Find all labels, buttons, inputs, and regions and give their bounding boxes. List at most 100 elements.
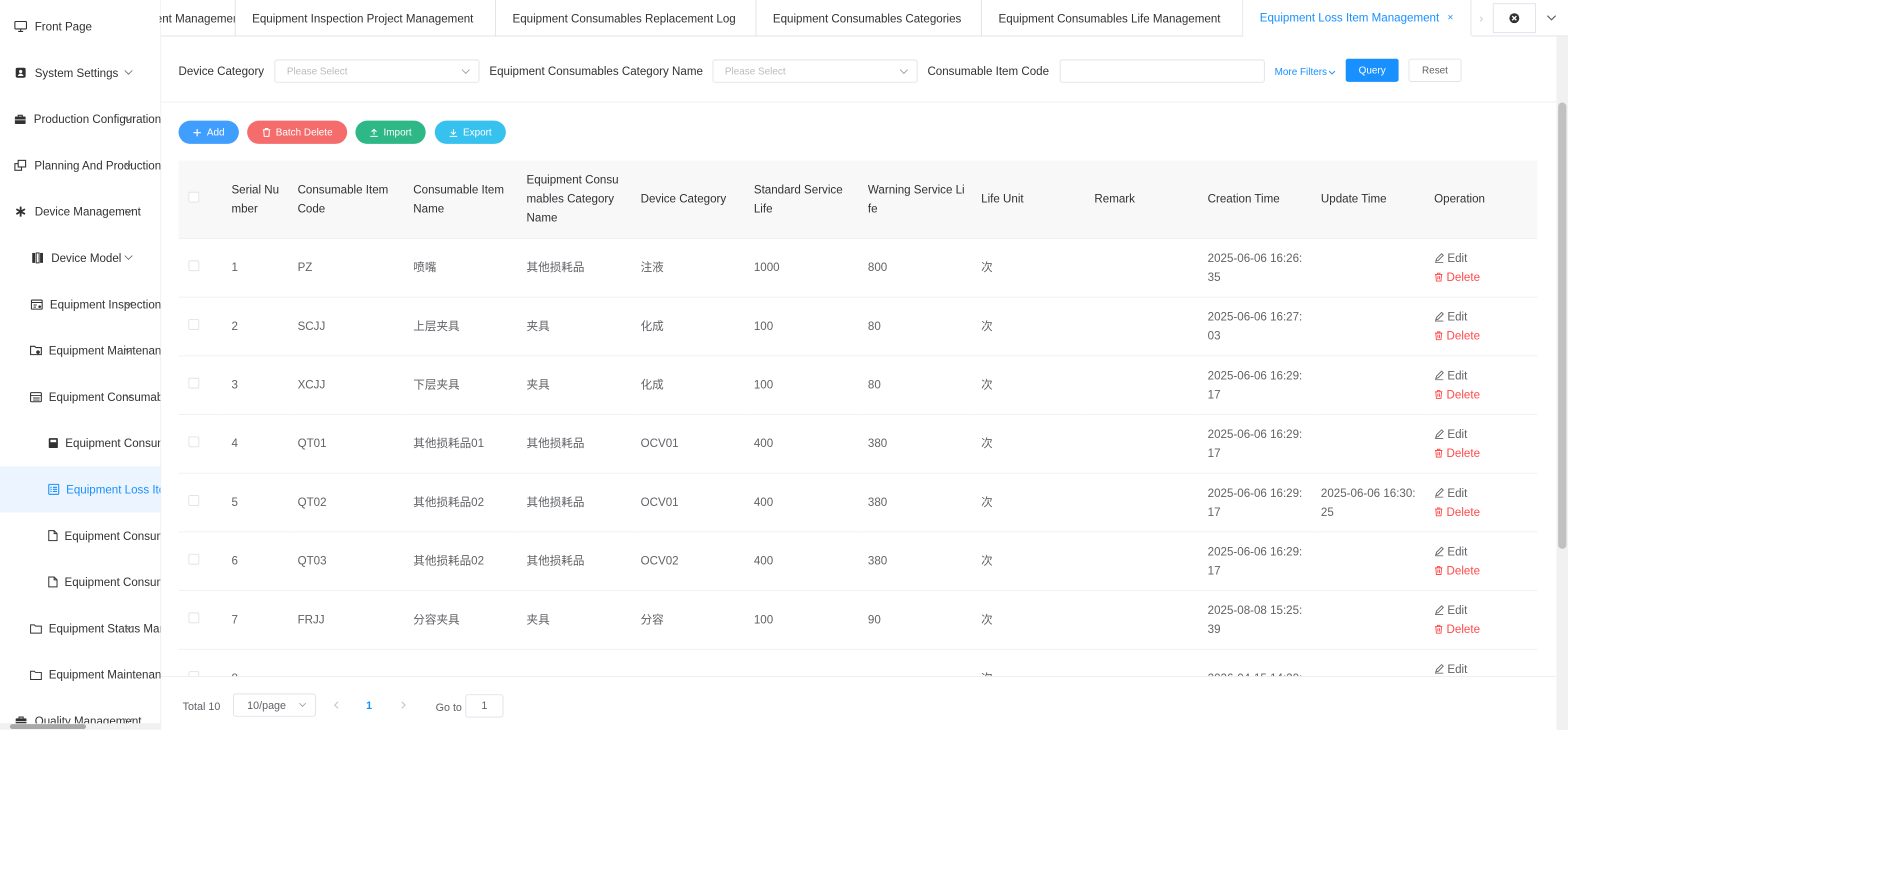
scrollbar-thumb[interactable] [9,724,86,730]
table-row[interactable]: 3 XCJJ 下层夹具 夹具 化成 100 80 次 2025-06-06 16:29:17 Ed… [178,355,1538,415]
cell-unit: 次 [972,531,1087,591]
column-header: Device Category [632,160,746,239]
table-row[interactable]: 6 QT03 其他损耗品02 其他损耗品 OCV02 400 380 次 2025-06-06 … [178,531,1538,591]
cell-remark [1086,648,1200,677]
tab-scroll-right-icon[interactable]: › [1474,0,1489,36]
edit-button[interactable]: Edit [1434,248,1532,267]
add-button[interactable]: Add [178,120,239,144]
batch-delete-button[interactable]: Batch Delete [247,120,348,144]
column-header: Life Unit [972,160,1087,239]
tab-close-icon[interactable]: × [1447,12,1453,24]
row-checkbox[interactable] [188,612,200,624]
scrollbar-thumb[interactable] [1558,102,1567,549]
select-all-checkbox[interactable] [188,191,200,203]
delete-button[interactable]: Delete [1434,385,1532,404]
delete-button[interactable]: Delete [1434,443,1532,462]
query-button[interactable]: Query [1345,58,1399,82]
close-all-tabs-button[interactable] [1492,3,1536,34]
edit-label: Edit [1447,544,1468,558]
table-row[interactable]: 4 QT01 其他损耗品01 其他损耗品 OCV01 400 380 次 2025-06-06 … [178,414,1538,474]
sidebar-item-equipment-consumables[interactable]: Equipment Consumables [0,559,160,605]
cell-std-life: 400 [745,472,860,532]
tab-inspection-project[interactable]: Equipment Inspection Project Management [236,0,496,37]
sidebar-item-equipment-loss-item-management[interactable]: Equipment Loss Item Management [0,466,161,513]
import-button[interactable]: Import [355,120,426,144]
list-check-icon [48,482,60,497]
sidebar-item-device-management[interactable]: Device Management [0,188,160,234]
cell-name: 分容夹具 [405,590,519,650]
edit-button[interactable]: Edit [1434,601,1532,620]
sidebar-item-equipment-consumables[interactable]: Equipment Consumables [0,512,160,558]
columns-icon [30,250,45,265]
goto-page-input[interactable]: 1 [465,694,504,718]
device-category-select[interactable]: Please Select [274,59,480,83]
tab-loss-item-management[interactable]: Equipment Loss Item Management × [1243,0,1472,37]
vertical-scrollbar[interactable] [1556,36,1569,730]
row-checkbox[interactable] [188,553,200,565]
sidebar-item-system-settings[interactable]: System Settings [0,50,160,96]
sidebar-item-equipment-consumables[interactable]: Equipment Consumables [0,420,160,466]
cell-serial: 1 [223,238,290,298]
column-header: Update Time [1312,160,1426,239]
table-row[interactable]: 5 QT02 其他损耗品02 其他损耗品 OCV01 400 380 次 2025-06-06 … [178,472,1538,532]
delete-button[interactable]: Delete [1434,620,1532,639]
row-checkbox[interactable] [188,319,200,330]
prev-page-button[interactable] [327,697,344,714]
cell-warn-life: 80 [859,296,973,356]
cell-std-life: 100 [745,296,860,356]
tab-dropdown-button[interactable] [1539,3,1564,33]
chevron-down-icon [1329,70,1336,75]
table-row[interactable]: 7 FRJJ 分容夹具 夹具 分容 100 90 次 2025-08-08 15:25:39 Ed… [178,590,1538,650]
sidebar-item-equipment-inspection[interactable]: Equipment Inspection [0,281,160,327]
chevron-right-icon [400,701,406,709]
delete-button[interactable]: Delete [1434,561,1532,580]
tab-label: Equipment Consumables Life Management [998,11,1221,25]
table-row[interactable]: 1 PZ 喷嘴 其他损耗品 注液 1000 800 次 2025-06-06 16:26:35 E… [178,238,1538,298]
tab-replacement-log[interactable]: Equipment Consumables Replacement Log [496,0,757,37]
item-code-input[interactable] [1059,59,1265,83]
sidebar-item-planning-and-production[interactable]: Planning And Production [0,142,160,188]
next-page-button[interactable] [395,697,412,714]
reset-button[interactable]: Reset [1408,58,1462,82]
chevron-left-icon [333,701,339,709]
tab-equipment-management[interactable]: Equipment Management [160,0,236,37]
sidebar-item-equipment-status-management[interactable]: Equipment Status Management [0,605,160,651]
delete-button[interactable]: Delete [1434,326,1532,345]
sidebar-item-equipment-maintenance[interactable]: Equipment Maintenance [0,327,162,373]
edit-button[interactable]: Edit [1434,424,1532,443]
sidebar-item-front-page[interactable]: Front Page [0,3,160,49]
tab-consumables-categories[interactable]: Equipment Consumables Categories [756,0,983,37]
row-checkbox[interactable] [188,260,200,272]
page-size-select[interactable]: 10/page [233,693,316,717]
table-row[interactable]: 8 次 2026-04-15 14:20: EditDelete [178,648,1538,677]
sidebar-item-device-model[interactable]: Device Model [0,235,160,281]
delete-button[interactable]: Delete [1434,502,1532,521]
sidebar-item-equipment-consumables[interactable]: Equipment Consumables [0,374,160,420]
sidebar-item-label: Equipment Maintenance [48,343,162,358]
export-button[interactable]: Export [434,120,506,144]
cell-remark [1086,296,1200,356]
edit-button[interactable]: Edit [1434,483,1532,502]
more-filters-label: More Filters [1274,66,1327,78]
windows-icon [13,158,28,173]
edit-button[interactable]: Edit [1434,659,1532,676]
sidebar-item-equipment-maintenance[interactable]: Equipment Maintenance [0,651,160,697]
page-number-current[interactable]: 1 [366,699,372,711]
tab-life-management[interactable]: Equipment Consumables Life Management [982,0,1244,37]
cell-category: 夹具 [518,296,633,356]
category-name-select[interactable]: Please Select [712,59,918,83]
edit-button[interactable]: Edit [1434,542,1532,561]
edit-button[interactable]: Edit [1434,366,1532,385]
edit-button[interactable]: Edit [1434,307,1532,326]
row-checkbox[interactable] [188,495,200,506]
row-checkbox[interactable] [188,377,200,389]
row-checkbox[interactable] [188,436,200,448]
sidebar-horizontal-scrollbar[interactable] [0,723,161,730]
delete-button[interactable]: Delete [1434,267,1532,286]
table-row[interactable]: 2 SCJJ 上层夹具 夹具 化成 100 80 次 2025-06-06 16:27:03 Ed… [178,296,1538,356]
edit-icon [1434,311,1444,322]
sidebar-item-production-configuration[interactable]: Production Configuration [0,96,160,142]
more-filters-link[interactable]: More Filters [1275,66,1336,78]
cell-updated [1312,355,1426,415]
cell-operation: Edit Delete [1425,414,1538,474]
